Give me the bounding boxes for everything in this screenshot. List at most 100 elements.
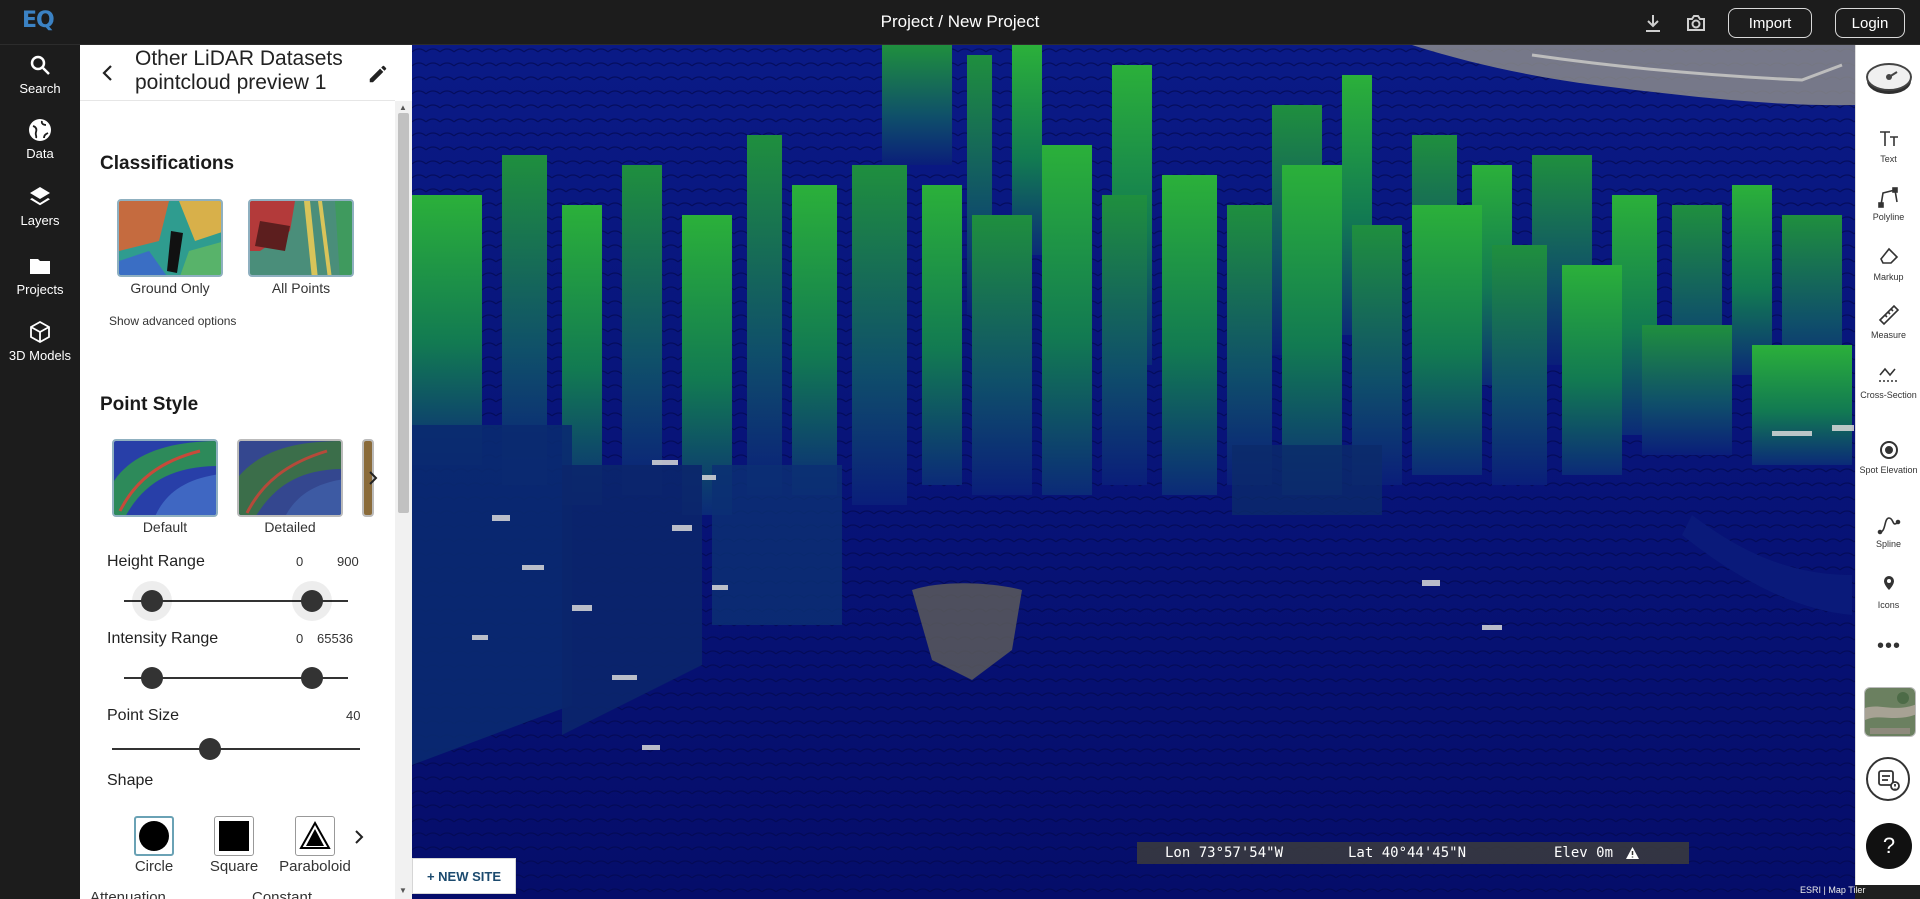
- edit-icon[interactable]: [367, 63, 389, 85]
- right-toolbar: Text Polyline Markup Measure Cross-Secti…: [1855, 45, 1920, 885]
- map-attribution[interactable]: ESRI | Map Tiler: [1800, 885, 1865, 895]
- back-icon[interactable]: [98, 63, 118, 83]
- scroll-thumb[interactable]: [398, 113, 409, 513]
- pointcloud-scene: [412, 45, 1855, 899]
- nav-item-3d-models[interactable]: 3D Models: [0, 320, 80, 380]
- point-size-value: 40: [346, 708, 361, 723]
- default-style-thumbnail[interactable]: [112, 439, 218, 517]
- scroll-up-icon[interactable]: ▲: [399, 103, 407, 112]
- show-advanced-options-link[interactable]: Show advanced options: [109, 314, 236, 328]
- shape-label: Shape: [107, 772, 154, 789]
- all-points-thumbnail[interactable]: [248, 199, 354, 277]
- icons-tool-label: Icons: [1877, 600, 1900, 610]
- spline-icon: [1877, 517, 1900, 535]
- cross-section-icon: [1878, 367, 1899, 382]
- polyline-tool-label: Polyline: [1872, 212, 1905, 222]
- markup-tool-label: Markup: [1873, 272, 1904, 282]
- basemap-switcher[interactable]: [1864, 687, 1916, 737]
- chevron-right-icon[interactable]: [364, 469, 382, 487]
- intensity-range-max-handle[interactable]: [301, 667, 323, 689]
- markup-icon: [1879, 247, 1898, 264]
- compass-icon[interactable]: [1865, 59, 1913, 99]
- nav-label-projects: Projects: [16, 282, 64, 297]
- project-breadcrumb: Project / New Project: [880, 12, 1040, 31]
- nav-item-search[interactable]: Search: [0, 53, 80, 113]
- icons-tool[interactable]: Icons: [1856, 573, 1920, 611]
- 3d-map-viewport[interactable]: [412, 45, 1855, 899]
- classifications-heading: Classifications: [100, 153, 235, 174]
- measure-tool-label: Measure: [1870, 330, 1906, 340]
- nav-item-layers[interactable]: Layers: [0, 185, 80, 245]
- left-nav: Search Data Layers Projects 3D Models: [0, 45, 80, 899]
- ruler-icon: [1878, 304, 1899, 326]
- constant-label: Constant: [252, 889, 313, 899]
- shape-circle-option[interactable]: [134, 816, 174, 856]
- cross-section-tool[interactable]: Cross-Section: [1856, 363, 1920, 401]
- latitude-readout: Lat 40°44'45"N: [1348, 845, 1467, 861]
- detailed-style-thumbnail[interactable]: [237, 439, 343, 517]
- globe-icon: [29, 119, 51, 141]
- spline-tool[interactable]: Spline: [1856, 512, 1920, 550]
- nav-item-projects[interactable]: Projects: [0, 254, 80, 314]
- shape-next-chevron-icon[interactable]: [350, 828, 368, 846]
- height-range-label: Height Range: [107, 553, 205, 570]
- detailed-style-label: Detailed: [264, 519, 316, 535]
- warning-icon[interactable]: [1625, 846, 1640, 860]
- height-range-min-handle[interactable]: [141, 590, 163, 612]
- panel-header: Other LiDAR Datasets pointcloud preview …: [80, 45, 395, 101]
- ground-only-thumbnail[interactable]: [117, 199, 223, 277]
- login-button[interactable]: Login: [1835, 8, 1905, 38]
- import-button[interactable]: Import: [1728, 8, 1812, 38]
- download-icon[interactable]: [1641, 11, 1665, 35]
- nav-label-data: Data: [26, 146, 54, 161]
- legend-icon: [1878, 770, 1900, 791]
- text-tool-label: Text: [1880, 154, 1897, 164]
- cube-icon: [30, 320, 50, 344]
- nav-label-3d-models: 3D Models: [8, 348, 72, 363]
- search-icon: [30, 55, 50, 75]
- point-size-handle[interactable]: [199, 738, 221, 760]
- elevation-readout: Elev 0m: [1554, 845, 1614, 861]
- intensity-range-min-handle[interactable]: [141, 667, 163, 689]
- text-icon: [1879, 131, 1898, 146]
- point-size-track[interactable]: [112, 748, 360, 750]
- markup-tool[interactable]: Markup: [1856, 245, 1920, 283]
- shape-square-option[interactable]: [214, 816, 254, 856]
- nav-item-data[interactable]: Data: [0, 118, 80, 178]
- point-size-label: Point Size: [107, 707, 180, 724]
- measure-tool[interactable]: Measure: [1856, 303, 1920, 341]
- help-button[interactable]: ?: [1866, 823, 1912, 869]
- square-shape-icon: [219, 821, 249, 851]
- scroll-down-icon[interactable]: ▼: [399, 886, 407, 895]
- nav-label-search: Search: [19, 81, 61, 96]
- text-tool[interactable]: Text: [1856, 127, 1920, 165]
- height-range-max-handle[interactable]: [301, 590, 323, 612]
- polyline-tool[interactable]: Polyline: [1856, 185, 1920, 223]
- app-root: EQ Project / New Project Import Login Se…: [0, 0, 1920, 899]
- attenuation-label: Attenuation: [90, 889, 166, 899]
- panel-scrollbar[interactable]: ▲ ▼: [395, 101, 412, 899]
- intensity-range-label: Intensity Range: [107, 630, 219, 647]
- camera-icon[interactable]: [1684, 11, 1708, 35]
- point-style-heading: Point Style: [100, 394, 199, 415]
- height-range-max: 900: [337, 554, 359, 569]
- folder-icon: [30, 259, 50, 274]
- new-site-button[interactable]: + NEW SITE: [412, 858, 516, 894]
- longitude-readout: Lon 73°57'54"W: [1165, 845, 1284, 861]
- legend-toggle-button[interactable]: [1866, 757, 1910, 801]
- dataset-panel: Other LiDAR Datasets pointcloud preview …: [80, 45, 412, 899]
- ground-only-label: Ground Only: [130, 280, 210, 296]
- default-style-label: Default: [142, 519, 188, 535]
- more-tools-button[interactable]: •••: [1877, 635, 1901, 658]
- layers-icon: [30, 187, 50, 206]
- intensity-range-min: 0: [296, 631, 304, 646]
- cross-section-tool-label: Cross-Section: [1860, 390, 1917, 400]
- height-range-min: 0: [296, 554, 304, 569]
- shape-paraboloid-option[interactable]: [295, 816, 335, 856]
- spot-elevation-tool[interactable]: Spot Elevation: [1856, 438, 1920, 476]
- top-bar: EQ Project / New Project Import Login: [0, 0, 1920, 45]
- shape-square-label: Square: [209, 858, 259, 875]
- basemap-thumbnail: [1865, 688, 1915, 736]
- all-points-label: All Points: [271, 280, 331, 296]
- circle-shape-icon: [139, 821, 169, 851]
